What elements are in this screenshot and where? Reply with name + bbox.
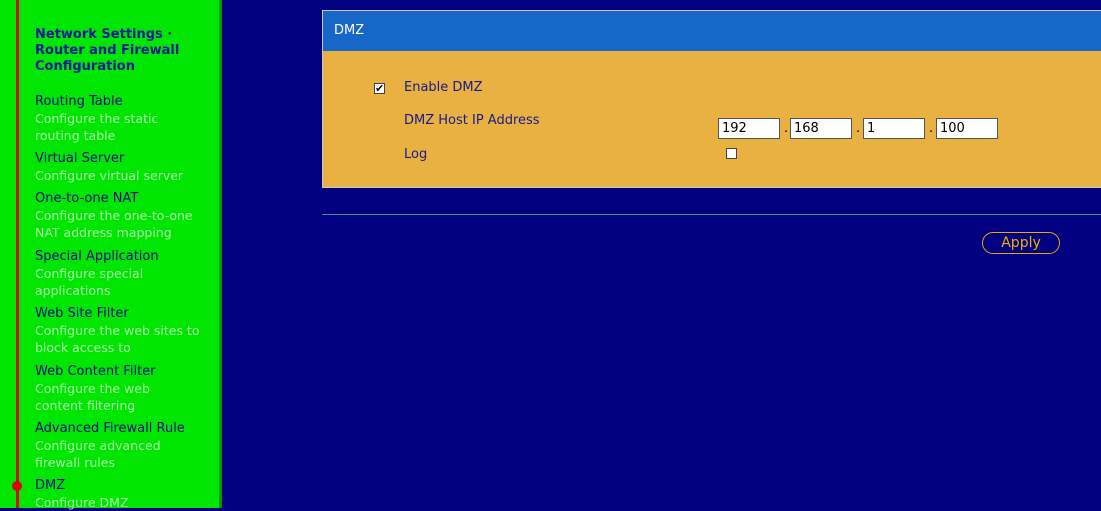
sidebar-item-routing-table[interactable]: Routing Table Configure the static routi… xyxy=(35,93,220,144)
sidebar-item-description: Configure the web content filtering xyxy=(35,381,150,413)
ip-octet-4-input[interactable]: 100 xyxy=(936,118,998,139)
sidebar-item-label: DMZ xyxy=(35,478,66,493)
log-label: Log xyxy=(404,147,428,162)
ip-separator: . xyxy=(929,121,934,136)
apply-button[interactable]: Apply xyxy=(982,232,1060,254)
sidebar-item-description: Configure advanced firewall rules xyxy=(35,438,161,470)
ip-octet-2-input[interactable]: 168 xyxy=(790,118,852,139)
active-item-marker-icon xyxy=(12,481,22,491)
sidebar-item-description: Configure the web sites to block access … xyxy=(35,323,200,355)
sidebar-item-label: Routing Table xyxy=(35,94,123,109)
ip-octet-1-input[interactable]: 192 xyxy=(718,118,780,139)
sidebar-accent-line xyxy=(16,0,19,508)
sidebar-item-description: Configure special applications xyxy=(35,266,144,298)
sidebar-item-description: Configure the one-to-one NAT address map… xyxy=(35,208,193,240)
sidebar-item-label: Virtual Server xyxy=(35,151,125,166)
ip-separator: . xyxy=(784,121,789,136)
sidebar-item-label: One-to-one NAT xyxy=(35,191,139,206)
panel-title: DMZ xyxy=(323,11,1101,51)
sidebar-item-web-content-filter[interactable]: Web Content Filter Configure the web con… xyxy=(35,363,220,414)
dmz-host-ip-label: DMZ Host IP Address xyxy=(404,113,540,128)
ip-octet-3-input[interactable]: 1 xyxy=(863,118,925,139)
dmz-panel: DMZ ✔ Enable DMZ DMZ Host IP Address 192… xyxy=(322,10,1101,188)
sidebar-item-label: Web Content Filter xyxy=(35,364,156,379)
sidebar-item-advanced-firewall-rule[interactable]: Advanced Firewall Rule Configure advance… xyxy=(35,420,220,471)
sidebar-item-label: Special Application xyxy=(35,249,159,264)
sidebar-item-description: Configure virtual server xyxy=(35,168,184,183)
log-checkbox[interactable] xyxy=(726,148,737,159)
sidebar-item-label: Web Site Filter xyxy=(35,306,129,321)
sidebar-item-description: Configure the static routing table xyxy=(35,111,159,143)
sidebar-item-virtual-server[interactable]: Virtual Server Configure virtual server xyxy=(35,150,220,184)
enable-dmz-checkbox[interactable]: ✔ xyxy=(374,83,385,94)
sidebar-item-dmz[interactable]: DMZ Configure DMZ xyxy=(35,477,220,511)
sidebar-item-one-to-one-nat[interactable]: One-to-one NAT Configure the one-to-one … xyxy=(35,190,220,241)
sidebar-item-web-site-filter[interactable]: Web Site Filter Configure the web sites … xyxy=(35,305,220,356)
ip-separator: . xyxy=(856,121,861,136)
sidebar-item-label: Advanced Firewall Rule xyxy=(35,421,185,436)
sidebar-item-description: Configure DMZ xyxy=(35,495,129,510)
sidebar-title: Network Settings · Router and Firewall C… xyxy=(35,27,180,74)
section-divider xyxy=(322,214,1101,215)
enable-dmz-label: Enable DMZ xyxy=(404,80,483,95)
sidebar: Network Settings · Router and Firewall C… xyxy=(0,0,222,511)
sidebar-item-special-application[interactable]: Special Application Configure special ap… xyxy=(35,248,220,299)
